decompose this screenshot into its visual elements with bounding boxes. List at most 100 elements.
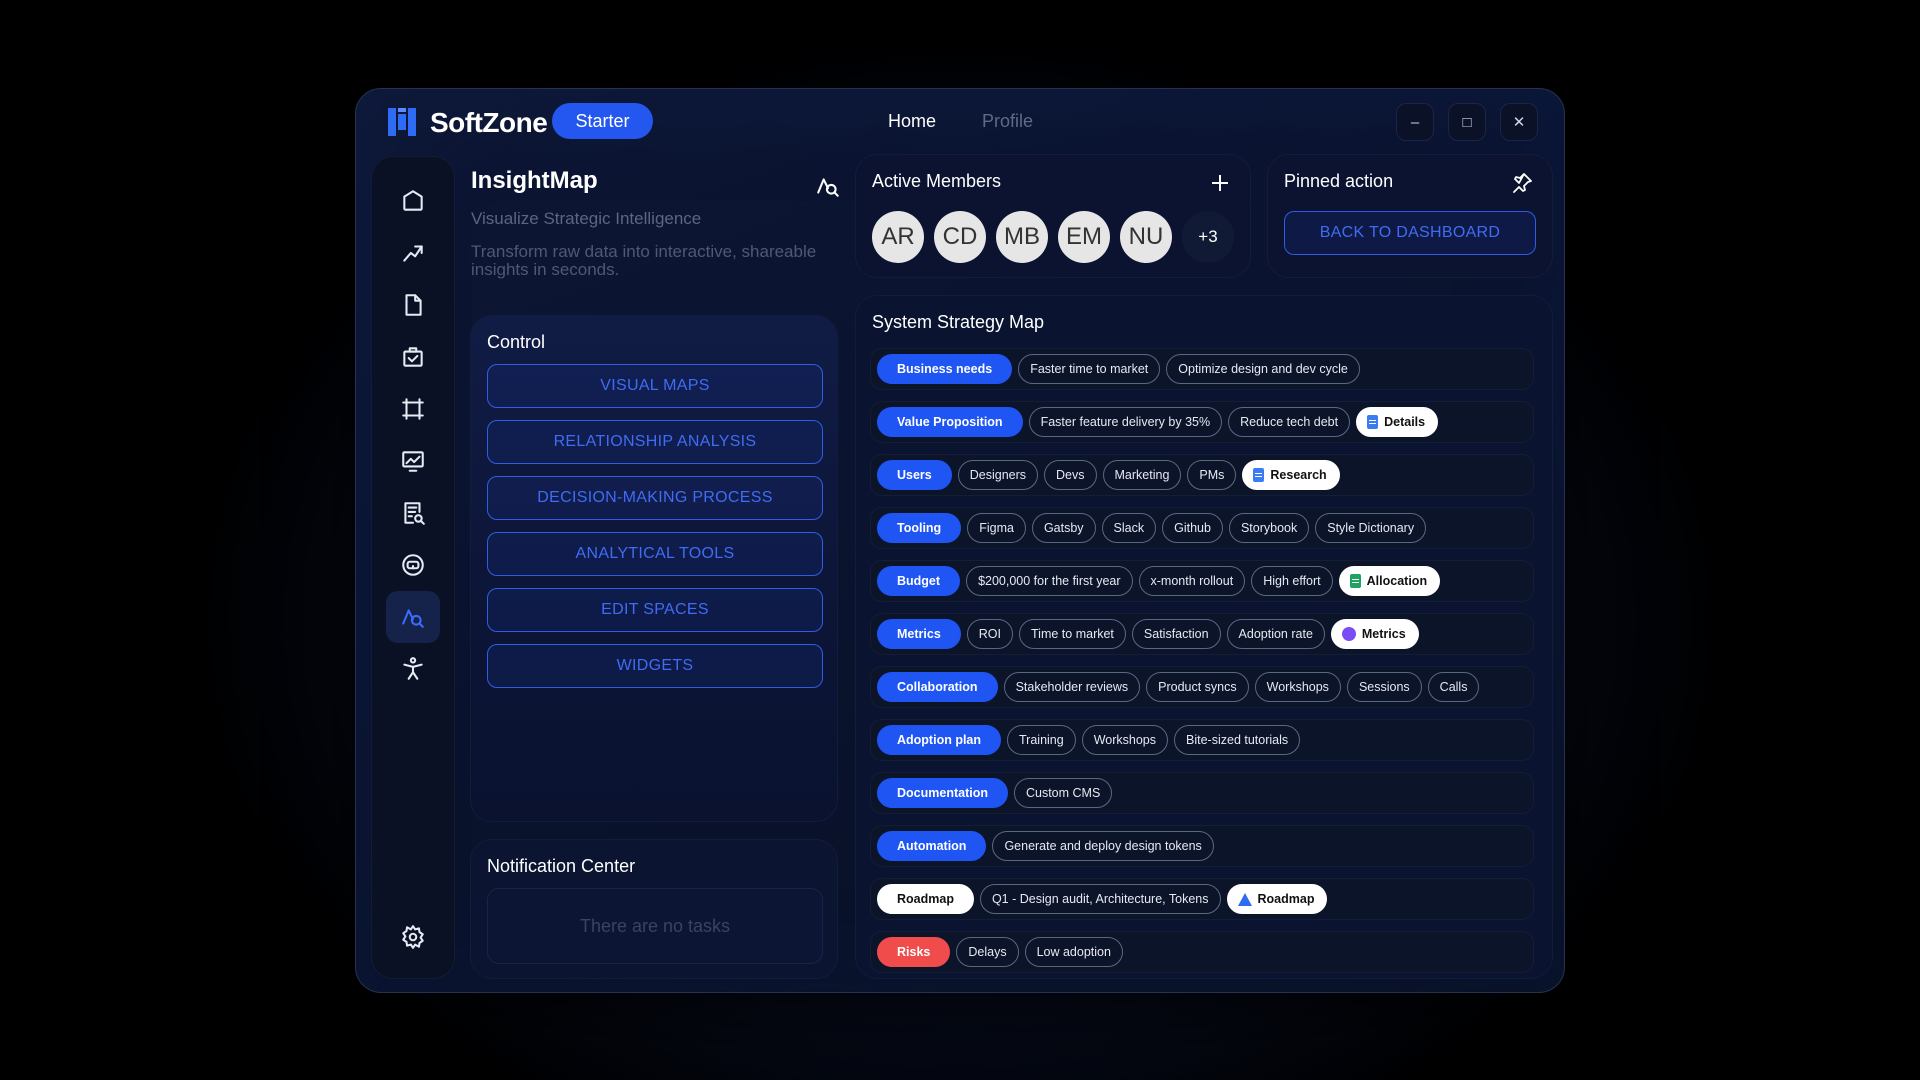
linked-doc-label: Allocation bbox=[1366, 574, 1428, 588]
app-name: SoftZone bbox=[430, 107, 548, 138]
tag-chip[interactable]: Stakeholder reviews bbox=[1003, 672, 1141, 702]
pin-icon bbox=[1513, 173, 1532, 193]
row-category-chip[interactable]: Collaboration bbox=[877, 672, 998, 702]
maximize-button[interactable]: □ bbox=[1448, 103, 1486, 141]
decision-making-button[interactable]: DECISION-MAKING PROCESS bbox=[487, 476, 823, 520]
strategy-row: Metrics ROI Time to market Satisfaction Adop… bbox=[870, 613, 1534, 655]
insight-map-button[interactable] bbox=[815, 173, 841, 199]
tag-chip[interactable]: Reduce tech debt bbox=[1228, 407, 1351, 437]
task-check-icon bbox=[403, 347, 423, 367]
relationship-analysis-button[interactable]: RELATIONSHIP ANALYSIS bbox=[487, 420, 823, 464]
more-members-badge[interactable]: +3 bbox=[1182, 211, 1234, 263]
tag-chip[interactable]: Devs bbox=[1044, 460, 1097, 490]
linked-doc-label: Metrics bbox=[1361, 627, 1406, 641]
tag-chip[interactable]: Low adoption bbox=[1024, 937, 1123, 967]
sidebar-item-settings[interactable] bbox=[386, 911, 440, 963]
tag-chip[interactable]: x-month rollout bbox=[1138, 566, 1246, 596]
notification-title: Notification Center bbox=[487, 856, 636, 876]
tag-chip[interactable]: Slack bbox=[1101, 513, 1157, 543]
tag-chip[interactable]: High effort bbox=[1251, 566, 1333, 596]
row-category-chip[interactable]: Users bbox=[877, 460, 952, 490]
linked-doc-chip[interactable]: Details bbox=[1356, 407, 1439, 437]
tag-chip[interactable]: Calls bbox=[1427, 672, 1480, 702]
row-category-chip[interactable]: Value Proposition bbox=[877, 407, 1023, 437]
strategy-row: Collaboration Stakeholder reviews Product … bbox=[870, 666, 1534, 708]
close-button[interactable]: ✕ bbox=[1500, 103, 1538, 141]
strategy-rows: Business needs Faster time to market Optim… bbox=[870, 348, 1534, 984]
linked-doc-chip[interactable]: Roadmap bbox=[1226, 884, 1328, 914]
tag-chip[interactable]: ROI bbox=[966, 619, 1014, 649]
row-category-chip[interactable]: Roadmap bbox=[877, 884, 974, 914]
tag-chip[interactable]: Satisfaction bbox=[1131, 619, 1221, 649]
row-category-chip[interactable]: Documentation bbox=[877, 778, 1008, 808]
sidebar-item-vr[interactable] bbox=[386, 539, 440, 591]
pin-button[interactable] bbox=[1510, 171, 1534, 195]
analytical-tools-button[interactable]: ANALYTICAL TOOLS bbox=[487, 532, 823, 576]
home-icon bbox=[403, 190, 423, 211]
tag-chip[interactable]: Q1 - Design audit, Architecture, Tokens bbox=[979, 884, 1221, 914]
plan-badge[interactable]: Starter bbox=[552, 103, 653, 139]
minimize-button[interactable]: – bbox=[1396, 103, 1434, 141]
tag-chip[interactable]: Generate and deploy design tokens bbox=[992, 831, 1214, 861]
edit-spaces-button[interactable]: EDIT SPACES bbox=[487, 588, 823, 632]
avatar[interactable]: EM bbox=[1058, 211, 1110, 263]
vr-icon bbox=[402, 554, 424, 576]
add-member-icon[interactable] bbox=[1208, 171, 1232, 195]
tag-chip[interactable]: Marketing bbox=[1102, 460, 1182, 490]
tag-chip[interactable]: Delays bbox=[956, 937, 1019, 967]
linked-doc-chip[interactable]: Research bbox=[1242, 460, 1340, 490]
tag-chip[interactable]: Adoption rate bbox=[1226, 619, 1325, 649]
sidebar-item-home[interactable] bbox=[386, 175, 440, 227]
sidebar-item-documents[interactable] bbox=[386, 279, 440, 331]
tag-chip[interactable]: Optimize design and dev cycle bbox=[1166, 354, 1360, 384]
row-category-chip[interactable]: Automation bbox=[877, 831, 987, 861]
tag-chip[interactable]: PMs bbox=[1187, 460, 1237, 490]
tag-chip[interactable]: $200,000 for the first year bbox=[966, 566, 1133, 596]
avatar[interactable]: NU bbox=[1120, 211, 1172, 263]
tag-chip[interactable]: Storybook bbox=[1228, 513, 1310, 543]
nav-home[interactable]: Home bbox=[888, 111, 936, 132]
sidebar-item-reports[interactable] bbox=[386, 487, 440, 539]
sidebar-item-trends[interactable] bbox=[386, 227, 440, 279]
tag-chip[interactable]: Training bbox=[1007, 725, 1076, 755]
tag-chip[interactable]: Sessions bbox=[1346, 672, 1422, 702]
tag-chip[interactable]: Product syncs bbox=[1146, 672, 1249, 702]
tag-chip[interactable]: Faster feature delivery by 35% bbox=[1028, 407, 1223, 437]
window-controls: – □ ✕ bbox=[1396, 103, 1538, 141]
tag-chip[interactable]: Faster time to market bbox=[1018, 354, 1161, 384]
avatar[interactable]: MB bbox=[996, 211, 1048, 263]
tag-chip[interactable]: Custom CMS bbox=[1013, 778, 1113, 808]
avatar[interactable]: AR bbox=[872, 211, 924, 263]
tag-chip[interactable]: Figma bbox=[967, 513, 1026, 543]
row-category-chip[interactable]: Budget bbox=[877, 566, 961, 596]
row-category-chip[interactable]: Tooling bbox=[877, 513, 962, 543]
sidebar-item-frames[interactable] bbox=[386, 383, 440, 435]
nav-profile[interactable]: Profile bbox=[982, 111, 1033, 132]
widgets-button[interactable]: WIDGETS bbox=[487, 644, 823, 688]
tag-chip[interactable]: Style Dictionary bbox=[1315, 513, 1427, 543]
app-window: SoftZone Starter Home Profile – □ ✕ Insi… bbox=[355, 88, 1565, 993]
tag-chip[interactable]: Bite-sized tutorials bbox=[1174, 725, 1301, 755]
linked-doc-chip[interactable]: Metrics bbox=[1330, 619, 1419, 649]
strategy-row: Business needs Faster time to market Optim… bbox=[870, 348, 1534, 390]
tag-chip[interactable]: Workshops bbox=[1254, 672, 1341, 702]
strategy-row: Risks Delays Low adoption bbox=[870, 931, 1534, 973]
sidebar-item-presentation[interactable] bbox=[386, 435, 440, 487]
avatar[interactable]: CD bbox=[934, 211, 986, 263]
row-category-chip[interactable]: Risks bbox=[877, 937, 951, 967]
tag-chip[interactable]: Workshops bbox=[1081, 725, 1169, 755]
sidebar-item-insightmap[interactable] bbox=[386, 591, 440, 643]
row-category-chip[interactable]: Business needs bbox=[877, 354, 1013, 384]
tag-chip[interactable]: Github bbox=[1162, 513, 1223, 543]
strategy-map-panel: System Strategy Map Business needs Faster… bbox=[855, 295, 1553, 979]
sidebar-item-accessibility[interactable] bbox=[386, 643, 440, 695]
tag-chip[interactable]: Time to market bbox=[1019, 619, 1126, 649]
tag-chip[interactable]: Gatsby bbox=[1031, 513, 1096, 543]
back-to-dashboard-button[interactable]: BACK TO DASHBOARD bbox=[1284, 211, 1536, 255]
linked-doc-chip[interactable]: Allocation bbox=[1338, 566, 1441, 596]
tag-chip[interactable]: Designers bbox=[957, 460, 1039, 490]
sidebar-item-tasks[interactable] bbox=[386, 331, 440, 383]
visual-maps-button[interactable]: VISUAL MAPS bbox=[487, 364, 823, 408]
row-category-chip[interactable]: Metrics bbox=[877, 619, 961, 649]
row-category-chip[interactable]: Adoption plan bbox=[877, 725, 1002, 755]
